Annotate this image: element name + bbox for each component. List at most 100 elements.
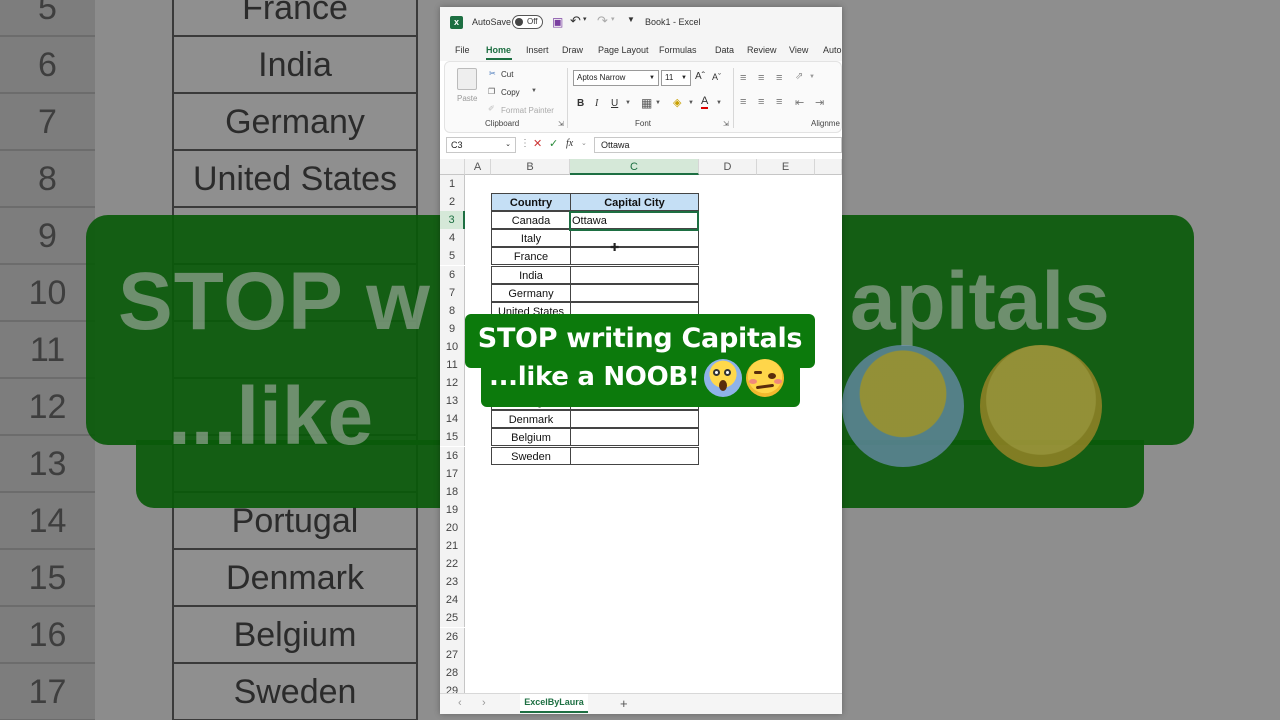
column-header-b[interactable]: B: [491, 159, 570, 175]
column-header-a[interactable]: A: [465, 159, 491, 175]
orientation-icon[interactable]: ⇗: [795, 71, 803, 82]
font-color-icon[interactable]: A: [701, 96, 709, 109]
align-middle-icon[interactable]: ≡: [758, 72, 764, 84]
font-color-dropdown-icon[interactable]: ▼: [716, 100, 722, 106]
redo-icon[interactable]: ↷: [597, 13, 608, 29]
menu-automate[interactable]: Auto: [823, 45, 842, 55]
cut-icon[interactable]: ✂: [489, 69, 496, 78]
name-box[interactable]: C3 ⌄: [446, 137, 516, 153]
align-right-icon[interactable]: ≡: [776, 96, 782, 108]
enter-icon[interactable]: ✓: [549, 137, 558, 150]
increase-font-icon[interactable]: Aˆ: [695, 71, 705, 82]
add-sheet-button[interactable]: +: [620, 696, 628, 711]
borders-icon[interactable]: ▦: [641, 96, 652, 110]
column-header-d[interactable]: D: [699, 159, 757, 175]
menu-draw[interactable]: Draw: [562, 45, 583, 55]
autosave-toggle[interactable]: Off: [512, 15, 543, 29]
underline-button[interactable]: U: [611, 98, 618, 109]
font-launcher-icon[interactable]: ⇲: [723, 120, 729, 128]
undo-icon[interactable]: ↶: [570, 13, 581, 29]
menu-page-layout[interactable]: Page Layout: [598, 45, 649, 55]
row-header[interactable]: 3: [440, 211, 465, 230]
country-cell[interactable]: Denmark: [491, 410, 571, 429]
menu-review[interactable]: Review: [747, 45, 777, 55]
copy-icon[interactable]: ❐: [488, 87, 495, 96]
italic-button[interactable]: I: [595, 98, 598, 109]
row-header[interactable]: 20: [440, 518, 465, 537]
spreadsheet-grid[interactable]: A B C D E 1 2 3 4 5 6 7 8 9 10 11 12 13 14 15 16 17 18 19 2…: [440, 159, 842, 693]
paste-icon[interactable]: [457, 68, 477, 90]
row-header[interactable]: 17: [440, 464, 465, 483]
row-header[interactable]: 9: [440, 319, 465, 338]
orientation-dropdown-icon[interactable]: ▼: [809, 74, 815, 80]
select-all-corner[interactable]: [440, 159, 465, 175]
row-header[interactable]: 13: [440, 392, 465, 411]
fx-dropdown-icon[interactable]: ⌄: [581, 139, 587, 147]
row-header[interactable]: 24: [440, 591, 465, 610]
align-top-icon[interactable]: ≡: [740, 72, 746, 84]
row-header[interactable]: 25: [440, 609, 465, 628]
decrease-font-icon[interactable]: Aˇ: [712, 72, 721, 82]
bold-button[interactable]: B: [577, 98, 584, 109]
align-bottom-icon[interactable]: ≡: [776, 72, 782, 84]
country-cell[interactable]: India: [491, 265, 571, 284]
capital-cell[interactable]: [570, 283, 699, 302]
row-header[interactable]: 22: [440, 555, 465, 574]
row-header[interactable]: 4: [440, 229, 465, 248]
capital-cell[interactable]: [570, 446, 699, 465]
capital-cell[interactable]: [570, 410, 699, 429]
selected-cell-c3[interactable]: [569, 211, 699, 231]
customize-qat-icon[interactable]: ▼: [627, 15, 635, 24]
format-painter-button[interactable]: Format Painter: [501, 106, 554, 115]
align-left-icon[interactable]: ≡: [740, 96, 746, 108]
country-cell[interactable]: France: [491, 247, 571, 266]
country-cell[interactable]: Italy: [491, 229, 571, 248]
capital-cell[interactable]: [570, 247, 699, 266]
row-header[interactable]: 10: [440, 337, 465, 356]
country-cell[interactable]: Canada: [491, 211, 571, 230]
menu-formulas[interactable]: Formulas: [659, 45, 697, 55]
sheet-tab-excelbylaura[interactable]: ExcelByLaura: [520, 694, 588, 713]
font-name-select[interactable]: Aptos Narrow ▼: [573, 70, 659, 86]
increase-indent-icon[interactable]: ⇥: [815, 96, 824, 109]
scroll-left-icon[interactable]: ‹: [458, 697, 462, 709]
decrease-indent-icon[interactable]: ⇤: [795, 96, 804, 109]
country-cell[interactable]: Germany: [491, 283, 571, 302]
clipboard-launcher-icon[interactable]: ⇲: [558, 120, 564, 128]
row-header[interactable]: 29: [440, 681, 465, 693]
underline-dropdown-icon[interactable]: ▼: [625, 100, 631, 106]
menu-view[interactable]: View: [789, 45, 808, 55]
fill-color-icon[interactable]: ◈: [673, 96, 681, 109]
row-header[interactable]: 7: [440, 283, 465, 302]
borders-dropdown-icon[interactable]: ▼: [655, 100, 661, 106]
capital-cell[interactable]: [570, 229, 699, 248]
fill-color-dropdown-icon[interactable]: ▼: [688, 100, 694, 106]
capital-cell[interactable]: [570, 428, 699, 447]
table-header-country[interactable]: Country: [491, 193, 571, 212]
scroll-right-icon[interactable]: ›: [482, 697, 486, 709]
country-cell[interactable]: Sweden: [491, 446, 571, 465]
row-header[interactable]: 12: [440, 374, 465, 393]
row-header[interactable]: 26: [440, 627, 465, 646]
redo-dropdown-icon[interactable]: ▾: [611, 15, 615, 23]
country-cell[interactable]: Belgium: [491, 428, 571, 447]
more-options-icon[interactable]: ⋮: [520, 138, 530, 149]
align-center-icon[interactable]: ≡: [758, 96, 764, 108]
row-header[interactable]: 19: [440, 500, 465, 519]
font-size-select[interactable]: 11 ▼: [661, 70, 691, 86]
cancel-icon[interactable]: ✕: [533, 137, 542, 150]
row-header[interactable]: 18: [440, 482, 465, 501]
undo-dropdown-icon[interactable]: ▾: [583, 15, 587, 23]
row-header[interactable]: 6: [440, 265, 465, 284]
row-header[interactable]: 8: [440, 301, 465, 320]
column-header-e[interactable]: E: [757, 159, 815, 175]
format-painter-icon[interactable]: ✐: [488, 104, 495, 113]
row-header[interactable]: 5: [440, 247, 465, 266]
row-header[interactable]: 27: [440, 645, 465, 664]
row-header[interactable]: 1: [440, 175, 465, 193]
copy-dropdown-icon[interactable]: ▼: [531, 88, 537, 94]
menu-file[interactable]: File: [455, 45, 470, 55]
column-header-c[interactable]: C: [570, 159, 699, 175]
row-header[interactable]: 23: [440, 573, 465, 592]
row-header[interactable]: 14: [440, 410, 465, 429]
